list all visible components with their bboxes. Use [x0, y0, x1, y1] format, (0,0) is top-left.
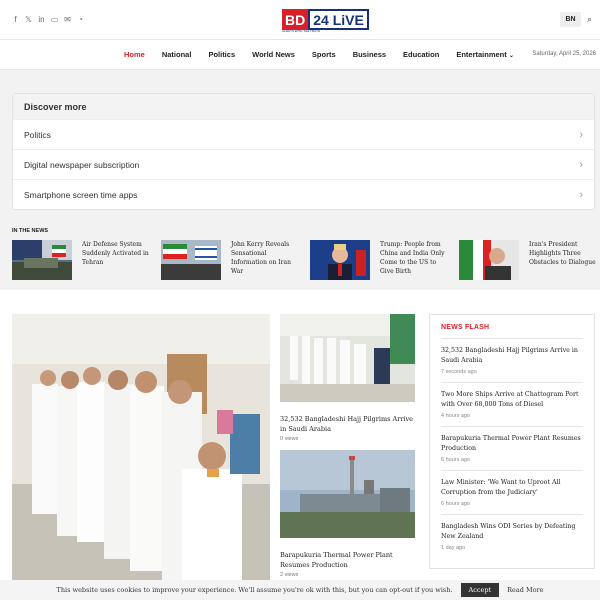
- site-logo[interactable]: BD 24 LiVE: [282, 9, 369, 30]
- news-flash-item[interactable]: 32,532 Bangladeshi Hajj Pilgrims Arrive …: [441, 338, 583, 375]
- discover-item-label: Politics: [24, 129, 51, 140]
- news-flash-item-title: Bangladesh Wins ODI Series by Defeating …: [441, 523, 576, 540]
- news-card[interactable]: Trump: People from China and India Only …: [310, 240, 459, 280]
- side-story-image: [280, 450, 415, 538]
- chevron-down-icon: ⌄: [508, 53, 514, 59]
- news-thumbnail: [459, 240, 519, 280]
- email-icon[interactable]: ✉: [64, 14, 71, 24]
- news-flash-widget: NEWS FLASH 32,532 Bangladeshi Hajj Pilgr…: [429, 314, 595, 569]
- chevron-right-icon: ›: [579, 128, 583, 141]
- nav-item-business[interactable]: Business: [353, 50, 386, 59]
- discover-item[interactable]: Smartphone screen time apps ›: [13, 179, 594, 209]
- nav-item-sports[interactable]: Sports: [312, 50, 336, 59]
- news-card[interactable]: John Kerry Reveals Sensational Informati…: [161, 240, 310, 280]
- side-story-card[interactable]: 32,532 Bangladeshi Hajj Pilgrims Arrive …: [280, 314, 415, 442]
- logo-part-live: 24 LiVE: [308, 9, 369, 30]
- nav-item-education[interactable]: Education: [403, 50, 439, 59]
- nav-item-politics[interactable]: Politics: [208, 50, 235, 59]
- cookie-bar: This website uses cookies to improve you…: [0, 580, 600, 600]
- news-flash-item[interactable]: Bangladesh Wins ODI Series by Defeating …: [441, 514, 583, 551]
- discover-item[interactable]: Digital newspaper subscription ›: [13, 149, 594, 179]
- main-content: 32,532 Bangladeshi Hajj Pilgrims Arrive …: [0, 290, 600, 600]
- rss-icon[interactable]: ◔: [77, 14, 84, 24]
- facebook-icon[interactable]: f: [12, 14, 19, 24]
- nav-item-entertainment-label: Entertainment: [456, 50, 507, 59]
- in-the-news-strip: Air Defense System Suddenly Activated in…: [12, 240, 600, 280]
- hero-image[interactable]: [12, 314, 270, 580]
- news-flash-item-title: Law Minister: 'We Want to Uproot All Cor…: [441, 479, 561, 496]
- social-links: f 𝕏 in ▭ ✉ ◔: [12, 14, 84, 24]
- nav-item-entertainment[interactable]: Entertainment ⌄: [456, 50, 514, 59]
- news-flash-title: NEWS FLASH: [441, 324, 490, 331]
- nav-item-home[interactable]: Home: [124, 50, 145, 59]
- news-flash-item-title: 32,532 Bangladeshi Hajj Pilgrims Arrive …: [441, 347, 578, 364]
- news-flash-item-title: Two More Ships Arrive at Chattogram Port…: [441, 391, 579, 408]
- side-story-title: Barapukuria Thermal Power Plant Resumes …: [280, 551, 393, 569]
- news-card-title: John Kerry Reveals Sensational Informati…: [231, 241, 291, 275]
- news-flash-item-time: 6 hours ago: [441, 457, 471, 463]
- news-flash-item-time: 4 hours ago: [441, 413, 471, 419]
- discover-item[interactable]: Politics ›: [13, 119, 594, 149]
- search-icon[interactable]: ⌕: [587, 14, 592, 25]
- news-thumbnail: [12, 240, 72, 280]
- discover-item-label: Digital newspaper subscription: [24, 159, 140, 170]
- in-the-news-label: IN THE NEWS: [12, 228, 49, 234]
- logo-part-bd: BD: [282, 9, 309, 30]
- current-date: Saturday, April 25, 2026: [532, 51, 596, 57]
- youtube-icon[interactable]: ▭: [51, 14, 59, 24]
- news-card-title: Air Defense System Suddenly Activated in…: [82, 241, 149, 266]
- chevron-right-icon: ›: [579, 158, 583, 171]
- logo-tagline: ALWAYS WITH THE TRUTH: [282, 29, 321, 33]
- side-story-views: 2 views: [280, 572, 299, 578]
- discover-section: Discover more Politics › Digital newspap…: [0, 70, 600, 290]
- x-icon[interactable]: 𝕏: [25, 14, 32, 24]
- chevron-right-icon: ›: [579, 188, 583, 201]
- side-story-views: 0 views: [280, 436, 299, 442]
- side-story-title: 32,532 Bangladeshi Hajj Pilgrims Arrive …: [280, 415, 414, 433]
- top-bar: f 𝕏 in ▭ ✉ ◔ BD 24 LiVE ALWAYS WITH THE …: [0, 0, 600, 40]
- language-button[interactable]: BN: [560, 12, 581, 27]
- discover-item-label: Smartphone screen time apps: [24, 189, 138, 200]
- discover-box: Discover more Politics › Digital newspap…: [12, 93, 595, 210]
- read-more-link[interactable]: Read More: [507, 586, 543, 594]
- news-flash-item[interactable]: Law Minister: 'We Want to Uproot All Cor…: [441, 470, 583, 507]
- news-flash-item-title: Barapukuria Thermal Power Plant Resumes …: [441, 435, 581, 452]
- news-thumbnail: [310, 240, 370, 280]
- main-nav: Home National Politics World News Sports…: [0, 40, 600, 70]
- side-story-card[interactable]: Barapukuria Thermal Power Plant Resumes …: [280, 450, 415, 578]
- news-flash-item-time: 6 hours ago: [441, 501, 471, 507]
- news-card[interactable]: Iran's President Highlights Three Obstac…: [459, 240, 600, 280]
- news-flash-item[interactable]: Barapukuria Thermal Power Plant Resumes …: [441, 426, 583, 463]
- news-flash-item[interactable]: Two More Ships Arrive at Chattogram Port…: [441, 382, 583, 419]
- accept-button[interactable]: Accept: [460, 583, 500, 597]
- news-flash-item-time: 7 seconds ago: [441, 369, 477, 375]
- side-story-image: [280, 314, 415, 402]
- news-card-title: Iran's President Highlights Three Obstac…: [529, 241, 596, 266]
- nav-item-national[interactable]: National: [162, 50, 192, 59]
- linkedin-icon[interactable]: in: [38, 14, 45, 24]
- news-card-title: Trump: People from China and India Only …: [380, 241, 445, 275]
- news-card[interactable]: Air Defense System Suddenly Activated in…: [12, 240, 161, 280]
- discover-title: Discover more: [13, 94, 594, 119]
- cookie-text: This website uses cookies to improve you…: [56, 586, 453, 594]
- nav-item-world-news[interactable]: World News: [252, 50, 295, 59]
- news-flash-item-time: 1 day ago: [441, 545, 466, 551]
- news-thumbnail: [161, 240, 221, 280]
